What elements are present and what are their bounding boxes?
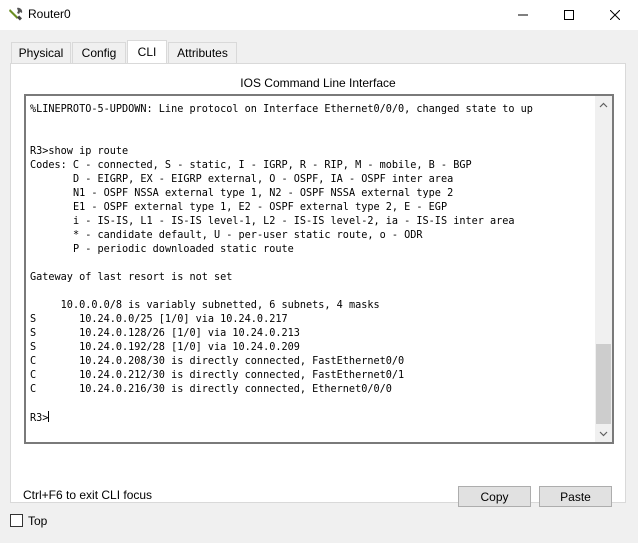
cli-terminal[interactable]: %LINEPROTO-5-UPDOWN: Line protocol on In… xyxy=(24,94,614,444)
title-bar: Router0 xyxy=(0,0,638,30)
scroll-down-button[interactable] xyxy=(595,425,612,442)
tab-physical[interactable]: Physical xyxy=(11,42,71,63)
tab-cli[interactable]: CLI xyxy=(127,40,167,63)
vertical-scrollbar[interactable] xyxy=(595,96,612,442)
minimize-icon xyxy=(518,14,528,16)
terminal-prompt: R3> xyxy=(30,413,49,424)
router-config-icon xyxy=(8,6,24,22)
top-checkbox[interactable] xyxy=(10,514,23,527)
maximize-icon xyxy=(564,10,574,20)
tab-attributes[interactable]: Attributes xyxy=(168,42,237,63)
chevron-down-icon xyxy=(599,431,608,436)
window-title: Router0 xyxy=(28,7,71,21)
focus-hint: Ctrl+F6 to exit CLI focus xyxy=(23,488,153,502)
main-area: Physical Config CLI Attributes IOS Comma… xyxy=(0,30,638,543)
paste-button[interactable]: Paste xyxy=(539,486,612,507)
text-cursor xyxy=(48,411,50,422)
maximize-button[interactable] xyxy=(546,0,592,30)
cli-panel: IOS Command Line Interface %LINEPROTO-5-… xyxy=(10,63,626,507)
scroll-thumb[interactable] xyxy=(596,344,611,424)
top-checkbox-label[interactable]: Top xyxy=(28,514,47,528)
minimize-button[interactable] xyxy=(500,0,546,30)
terminal-history: %LINEPROTO-5-UPDOWN: Line protocol on In… xyxy=(30,104,533,395)
tab-config[interactable]: Config xyxy=(72,42,126,63)
panel-title: IOS Command Line Interface xyxy=(240,76,396,90)
close-button[interactable] xyxy=(592,0,638,30)
close-icon xyxy=(610,10,620,20)
copy-button[interactable]: Copy xyxy=(458,486,531,507)
terminal-output[interactable]: %LINEPROTO-5-UPDOWN: Line protocol on In… xyxy=(30,103,596,426)
chevron-up-icon xyxy=(599,102,608,107)
scroll-up-button[interactable] xyxy=(595,96,612,113)
